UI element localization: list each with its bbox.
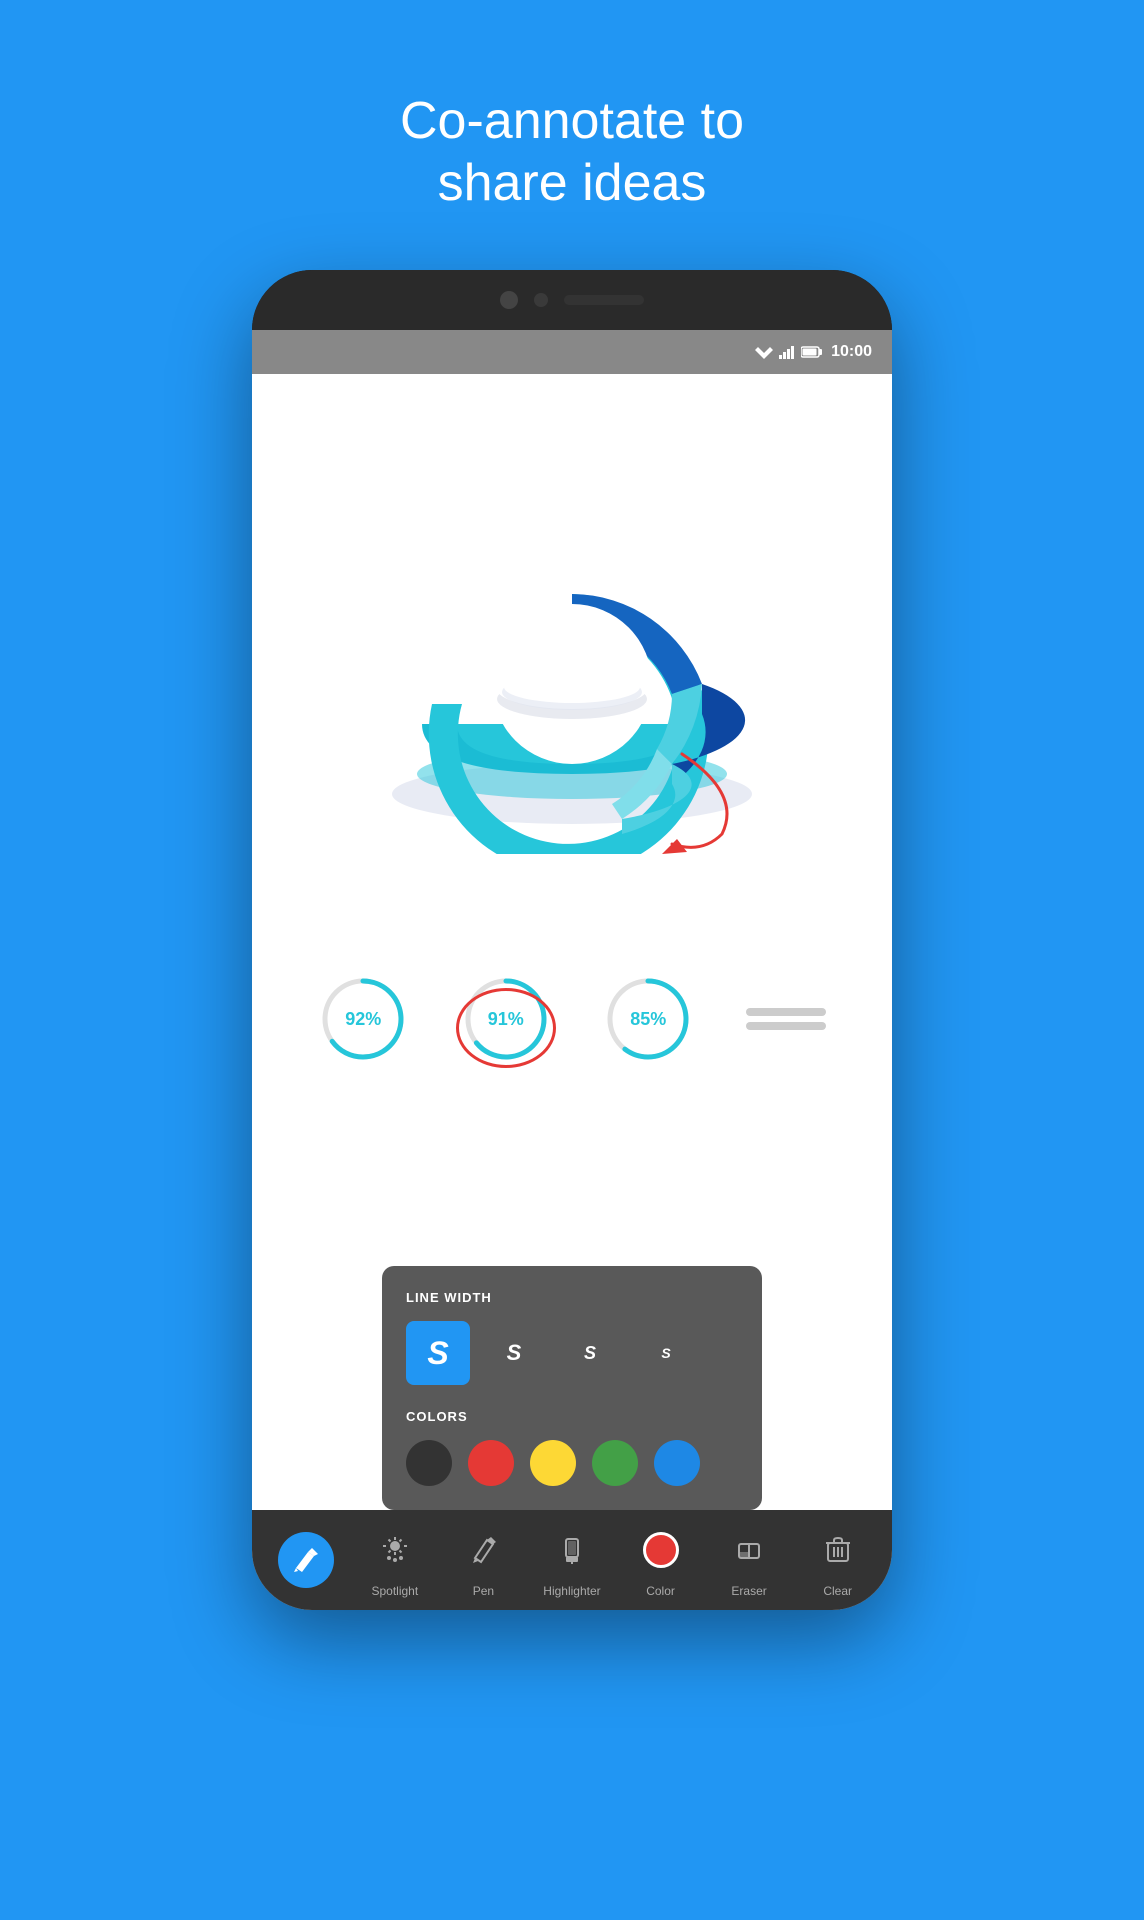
stat-circle-91-container: 91%: [461, 974, 551, 1064]
eraser-icon-bg: [721, 1522, 777, 1578]
donut-chart: [362, 474, 782, 854]
status-time: 10:00: [831, 343, 872, 361]
toolbar-eraser[interactable]: Eraser: [713, 1522, 785, 1598]
stats-row: 92% 91%: [252, 954, 892, 1084]
color-black[interactable]: [406, 1440, 452, 1486]
stat-bars: [746, 1008, 826, 1030]
pen-icon-bg: [278, 1532, 334, 1588]
stat-bar-2: [746, 1022, 826, 1030]
pen2-icon-bg: [455, 1522, 511, 1578]
toolbar-pen[interactable]: [270, 1532, 342, 1588]
color-label: Color: [646, 1584, 675, 1598]
spotlight-label: Spotlight: [371, 1584, 418, 1598]
toolbar-color[interactable]: Color: [625, 1522, 697, 1598]
colors-row: [406, 1440, 738, 1486]
lw-symbol-xl: S: [427, 1335, 448, 1372]
toolbar-highlighter[interactable]: Highlighter: [536, 1522, 608, 1598]
toolbar-spotlight[interactable]: Spotlight: [359, 1522, 431, 1598]
lw-symbol-sm: S: [661, 1345, 670, 1361]
color-green[interactable]: [592, 1440, 638, 1486]
phone-screen: 92% 91%: [252, 374, 892, 1610]
line-width-lg[interactable]: S: [482, 1321, 546, 1385]
phone-frame: 10:00: [252, 270, 892, 1610]
status-icons: [755, 345, 823, 359]
stat-bar-1: [746, 1008, 826, 1016]
eraser-label: Eraser: [731, 1584, 766, 1598]
app-background: Co-annotate to share ideas: [0, 0, 1144, 275]
annotation-panel: LINE WIDTH S S S S COLORS: [382, 1266, 762, 1510]
header-line1: Co-annotate to: [0, 90, 1144, 152]
lw-symbol-lg: S: [507, 1340, 522, 1366]
color-yellow[interactable]: [530, 1440, 576, 1486]
spotlight-icon-bg: [367, 1522, 423, 1578]
color-circle-icon: [643, 1532, 679, 1568]
phone-camera: [500, 291, 518, 309]
stat-value-91: 91%: [488, 1009, 524, 1030]
eraser-icon: [735, 1536, 763, 1564]
bottom-toolbar: Spotlight Pen: [252, 1510, 892, 1610]
pen-icon: [292, 1546, 320, 1574]
colors-label: COLORS: [406, 1409, 738, 1424]
signal-icon: [779, 345, 795, 359]
line-width-md[interactable]: S: [558, 1321, 622, 1385]
highlighter-icon-bg: [544, 1522, 600, 1578]
stat-circle-92: 92%: [318, 974, 408, 1064]
toolbar-clear[interactable]: Clear: [802, 1522, 874, 1598]
highlighter-label: Highlighter: [543, 1584, 600, 1598]
phone-top-bar: [252, 270, 892, 330]
clear-icon-bg: [810, 1522, 866, 1578]
stat-circle-91: 91%: [461, 974, 551, 1064]
stat-circle-85: 85%: [603, 974, 693, 1064]
phone-camera-small: [534, 293, 548, 307]
spotlight-icon: [381, 1536, 409, 1564]
line-width-label: LINE WIDTH: [406, 1290, 738, 1305]
stat-value-92: 92%: [345, 1009, 381, 1030]
highlighter-icon: [558, 1536, 586, 1564]
trash-icon: [825, 1536, 851, 1564]
color-icon-bg: [633, 1522, 689, 1578]
battery-icon: [801, 346, 823, 358]
wifi-icon: [755, 345, 773, 359]
pen2-icon: [469, 1536, 497, 1564]
header-text: Co-annotate to share ideas: [0, 0, 1144, 275]
color-red[interactable]: [468, 1440, 514, 1486]
clear-label: Clear: [823, 1584, 852, 1598]
color-blue[interactable]: [654, 1440, 700, 1486]
lw-symbol-md: S: [584, 1343, 596, 1364]
line-width-sm[interactable]: S: [634, 1321, 698, 1385]
stat-value-85: 85%: [630, 1009, 666, 1030]
pen2-label: Pen: [473, 1584, 494, 1598]
line-width-xl[interactable]: S: [406, 1321, 470, 1385]
line-width-options[interactable]: S S S S: [406, 1321, 738, 1385]
phone-speaker: [564, 295, 644, 305]
header-line2: share ideas: [0, 152, 1144, 214]
toolbar-pen2[interactable]: Pen: [447, 1522, 519, 1598]
chart-area: [252, 374, 892, 954]
status-bar: 10:00: [252, 330, 892, 374]
